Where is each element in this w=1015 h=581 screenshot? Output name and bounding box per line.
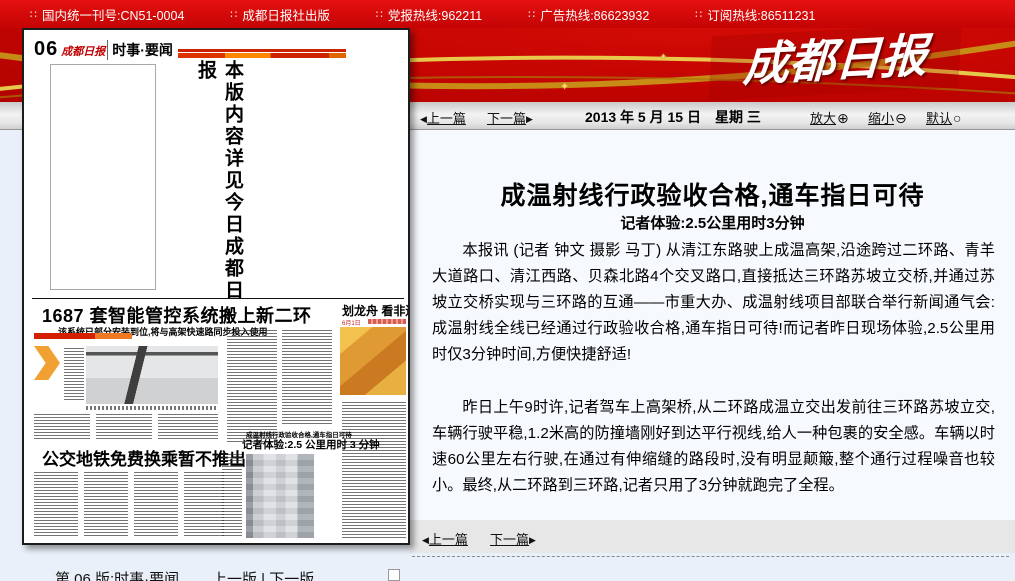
top-info-bar: ∷国内统一刊号:CN51-0004 ∷成都日报社出版 ∷党报热线:962211 … [0,0,1015,28]
dots-icon: ∷ [376,8,382,21]
zoom-out-label: 缩小 [868,111,894,126]
zoom-out-icon: ⊖ [895,110,907,126]
article-body: 本报讯 (记者 钟文 摄影 马丁) 从清江东路驶上成温高架,沿途跨过二环路、青羊… [432,238,995,526]
page-header: 06 成都日报 时事·要闻 [34,38,346,61]
elevated-road-photo [246,454,314,538]
bottom-nav-strip: ◀上一篇 下一篇▶ [410,520,1015,553]
dragon-boat-photo [340,327,406,395]
page-number: 06 [34,38,58,61]
zoom-reset-button[interactable]: 默认○ [926,108,961,127]
right-arrow-icon: ▶ [526,114,533,125]
vertical-notice-text: 本版内容详见今日成都日报 [192,60,246,306]
microtext-column [342,402,406,538]
article-subtitle: 记者体验:2.5公里用时3分钟 [410,212,1015,233]
microtext-column [34,472,78,538]
microtext-column [64,348,84,400]
article-view: 成温射线行政验收合格,通车指日可待 记者体验:2.5公里用时3分钟 本报讯 (记… [410,130,1015,520]
zoom-reset-label: 默认 [926,111,952,126]
left-arrow-icon: ◀ [422,535,429,546]
dots-icon: ∷ [30,8,36,21]
microtext-column [222,454,242,538]
dots-icon: ∷ [695,8,701,21]
zoom-out-button[interactable]: 缩小⊖ [868,108,907,127]
dots-icon: ∷ [528,8,534,21]
microtext-column [84,472,128,538]
divider-rule [32,298,404,299]
left-arrow-icon: ◀ [420,114,427,125]
microtext-column [134,472,178,538]
dashed-divider [412,556,1009,557]
side-microtext-strip [368,319,406,324]
ad-hotline: ∷ 广告热线:86623932 [528,5,649,24]
microtext-column [282,330,332,426]
party-hotline-label: 党报热线:962211 [388,5,482,24]
publisher-info-label: 成都日报社出版 [242,5,330,24]
newspaper-page-thumbnail[interactable]: 06 成都日报 时事·要闻 本版内容详见今日成都日报 1687 套智能管控系统搬… [22,28,410,545]
prev-article-link-bottom[interactable]: ◀上一篇 [422,529,468,548]
prev-article-link[interactable]: ◀上一篇 [420,108,466,127]
next-article-link[interactable]: 下一篇▶ [487,108,533,127]
article-paragraph: 昨日上午9时许,记者驾车上高架桥,从二环路成温立交出发前往三环路苏坡立交,车辆行… [432,395,995,499]
zoom-in-button[interactable]: 放大⊕ [810,108,849,127]
article-title: 成温射线行政验收合格,通车指日可待 [410,176,1015,212]
photo-caption-microtext [86,406,218,410]
zoom-reset-icon: ○ [953,110,961,126]
prev-article-label: 上一篇 [429,532,468,547]
footer-checkbox[interactable] [388,569,400,581]
footer-page-label: 第 06 版:时事·要闻 [55,568,179,581]
publication-number-label: 国内统一刊号:CN51-0004 [42,5,184,24]
microtext-column [96,414,152,440]
red-kicker-strip [34,333,132,339]
star-icon: ✦ [660,52,667,61]
edition-info-strip [178,49,346,58]
ad-hotline-label: 广告热线:86623932 [540,5,649,24]
party-hotline: ∷ 党报热线:962211 [376,5,482,24]
gantry-photo [86,346,218,404]
prev-article-label: 上一篇 [427,111,466,126]
empty-image-placeholder [50,64,156,290]
dots-icon: ∷ [230,8,236,21]
microtext-column [227,330,277,442]
next-article-label: 下一篇 [487,111,526,126]
zoom-in-icon: ⊕ [837,110,849,126]
subscribe-hotline: ∷ 订阅热线:86511231 [695,5,815,24]
thumb-current-article-subhead[interactable]: 记者体验:2.5 公里用时 3 分钟 [242,437,380,452]
microtext-column [34,414,90,440]
thumb-side-date: 6月1日 [342,318,361,327]
next-article-link-bottom[interactable]: 下一篇▶ [490,529,536,548]
next-article-label: 下一篇 [490,532,529,547]
issue-date: 2013 年 5 月 15 日 星期 三 [585,107,761,127]
microtext-column [158,414,218,440]
page-footer: 第 06 版:时事·要闻 上一版 | 下一版 [0,568,1015,581]
chevron-graphic [34,346,60,380]
publisher-info: ∷ 成都日报社出版 [230,5,330,24]
subscribe-hotline-label: 订阅热线:86511231 [707,5,815,24]
right-arrow-icon: ▶ [529,535,536,546]
article-paragraph: 本报讯 (记者 钟文 摄影 马丁) 从清江东路驶上成温高架,沿途跨过二环路、青羊… [432,238,995,368]
star-icon: ✦ [560,80,569,93]
zoom-in-label: 放大 [810,111,836,126]
publication-number: ∷ 国内统一刊号:CN51-0004 [30,5,184,24]
thumb-side-headline[interactable]: 划龙舟 看非遗 [342,302,410,319]
small-masthead-logo: 成都日报 [61,43,105,59]
thumb-headline-2[interactable]: 公交地铁免费换乘暂不推出 [42,445,246,470]
footer-edition-nav[interactable]: 上一版 | 下一版 [212,568,314,581]
section-title: 时事·要闻 [107,40,173,60]
microtext-column [184,472,224,538]
